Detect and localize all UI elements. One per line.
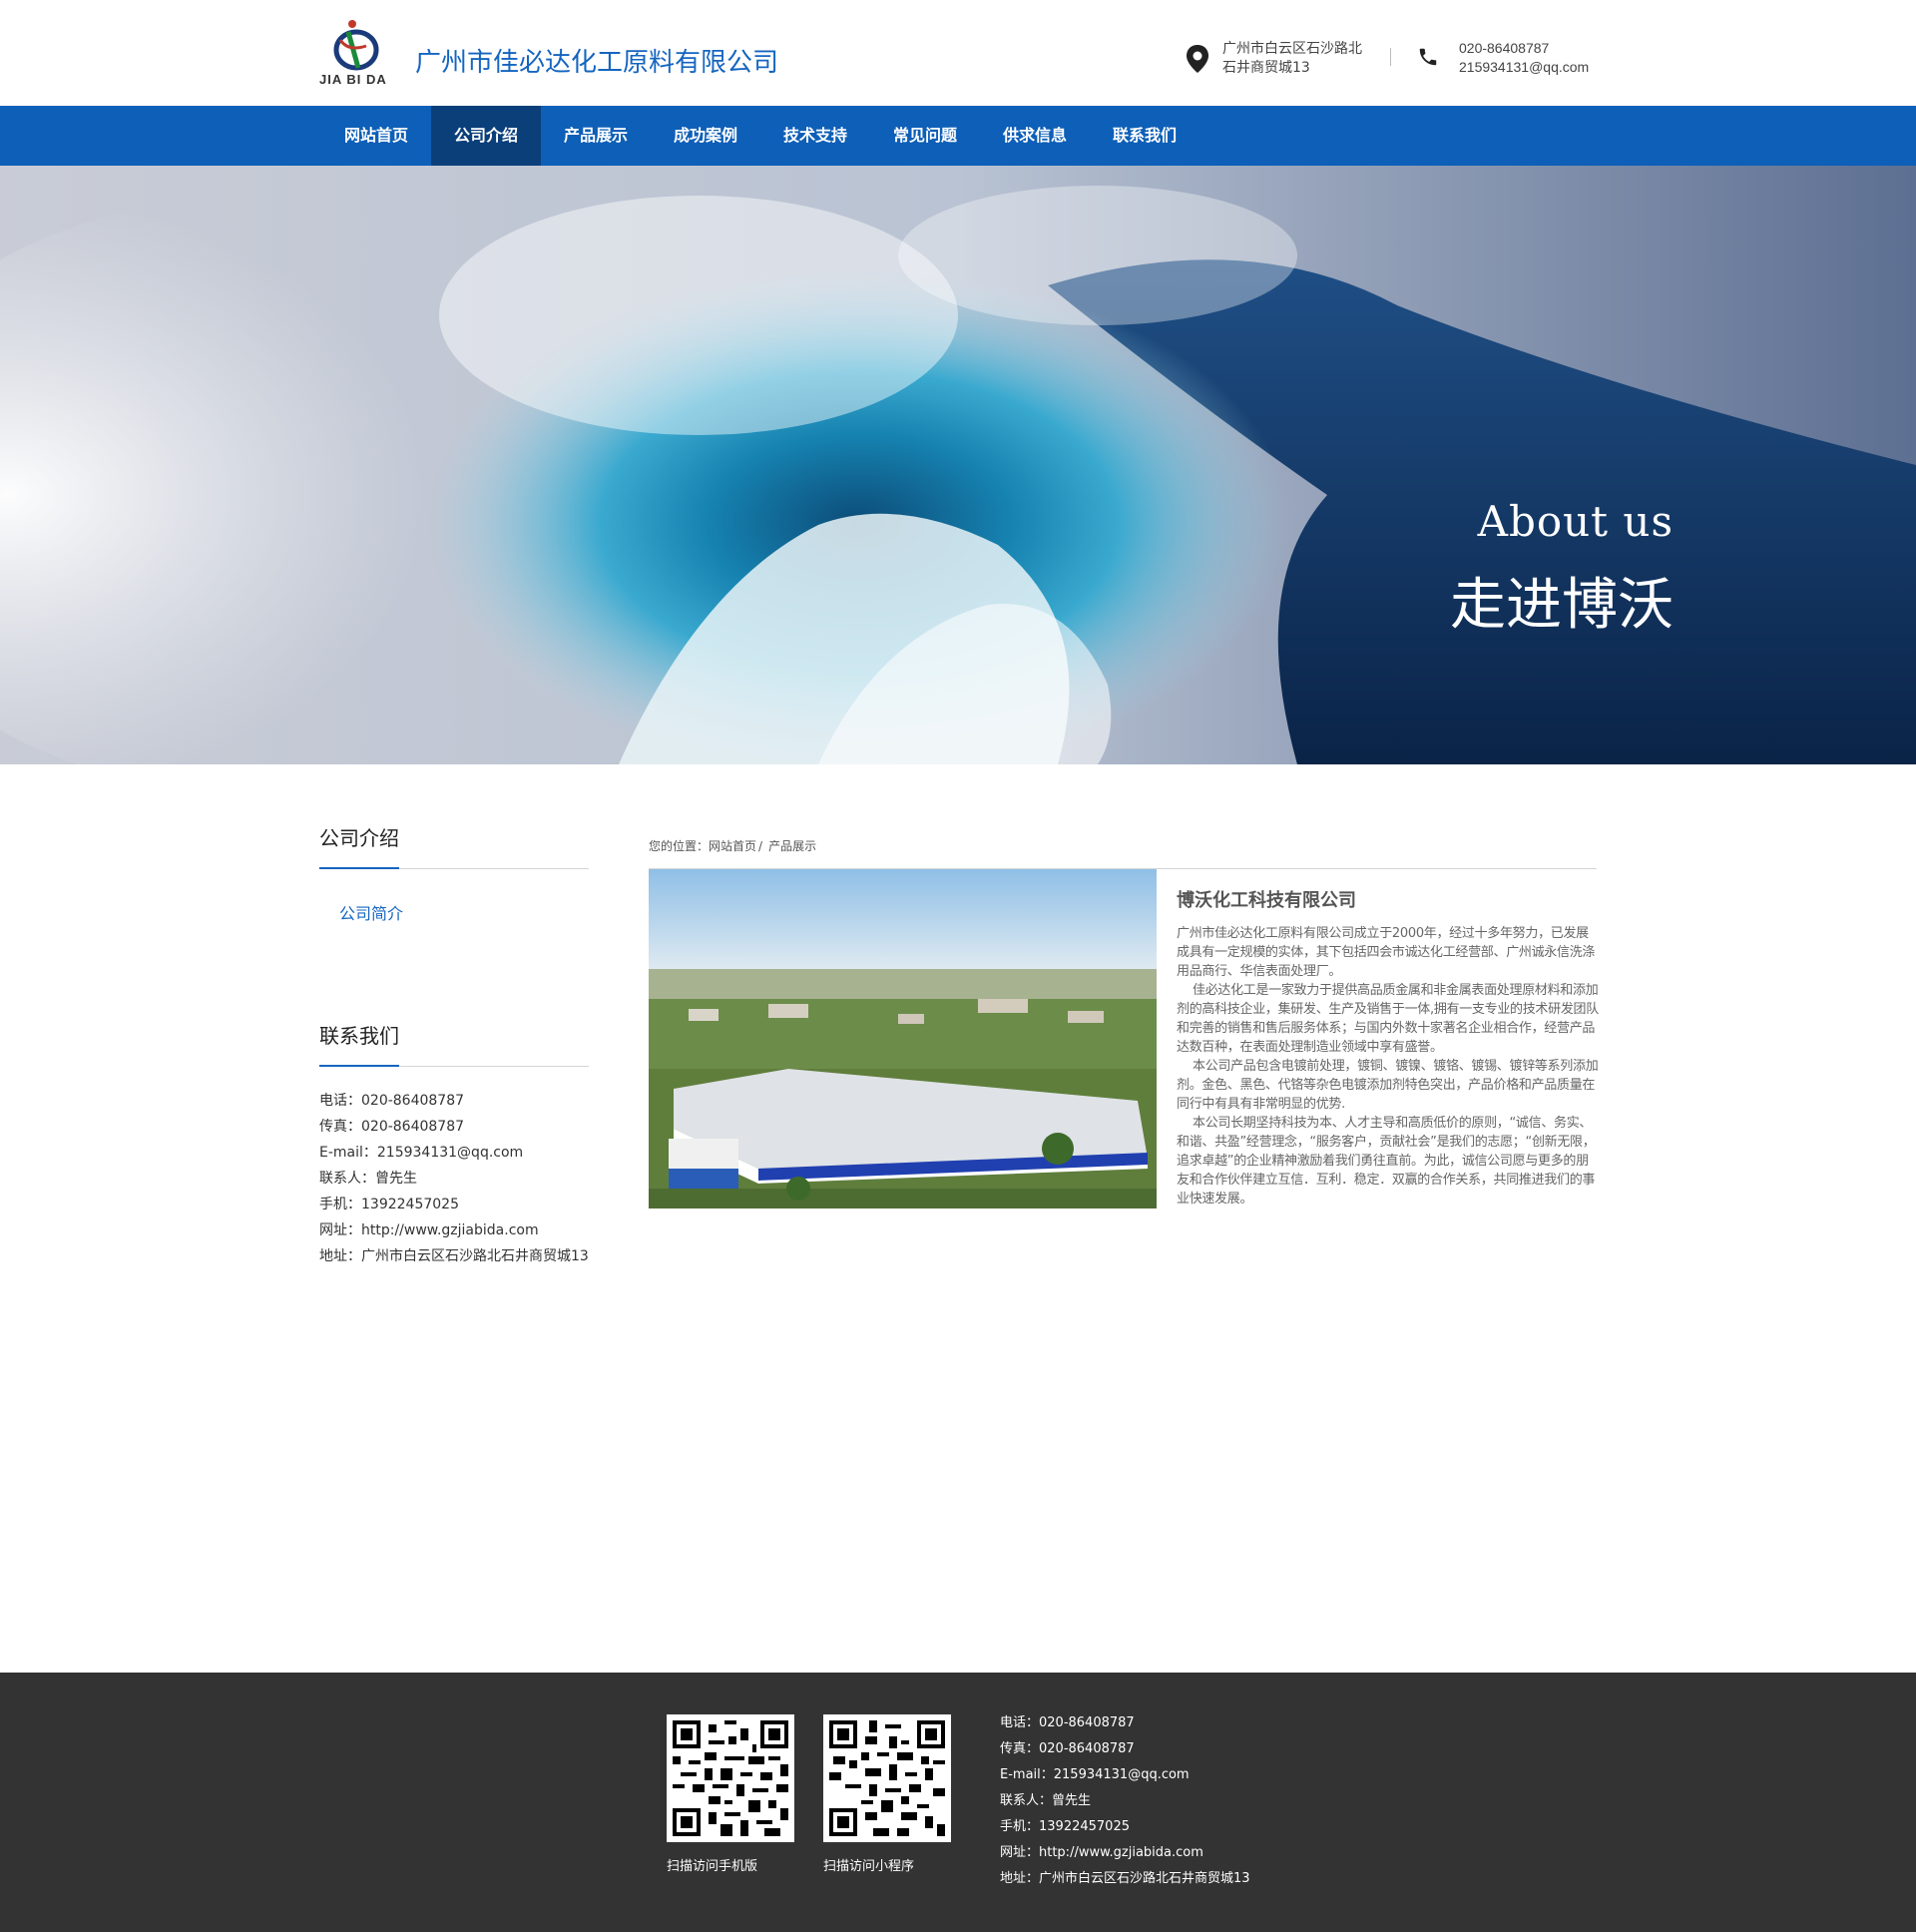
footer-contact-list: 电话：020-86408787 传真：020-86408787 E-mail：2… — [1000, 1710, 1250, 1892]
nav-item-home[interactable]: 网站首页 — [321, 106, 431, 166]
sidebar-contact-person: 联系人：曾先生 — [319, 1171, 417, 1187]
sidebar-contact-phone: 电话：020-86408787 — [319, 1093, 465, 1109]
sidebar-contact-email[interactable]: E-mail：215934131@qq.com — [319, 1140, 589, 1166]
footer-contact-fax: 传真：020-86408787 — [1000, 1741, 1135, 1756]
footer-contact-mobile: 手机：13922457025 — [1000, 1819, 1130, 1834]
article-body: 广州市佳必达化工原料有限公司成立于2000年，经过十多年努力，已发展成具有一定规… — [1177, 924, 1599, 1208]
article-paragraph: 本公司产品包含电镀前处理，镀铜、镀镍、镀铬、镀锡、镀锌等系列添加剂。金色、黑色、… — [1177, 1059, 1599, 1112]
sidebar-link-profile[interactable]: 公司简介 — [339, 900, 403, 924]
sidebar-divider-accent — [319, 1065, 399, 1067]
breadcrumb-home[interactable]: 网站首页 — [709, 839, 756, 853]
header-divider — [1390, 48, 1391, 66]
site-footer: 扫描访问手机版 扫描访问小程序 电话：020-86408787 传真：020-8… — [0, 1673, 1916, 1932]
header-address: 广州市白云区石沙路北 石井商贸城13 — [1222, 40, 1372, 78]
logo-wordmark: JIA BI DA — [319, 72, 387, 87]
banner-title-cn: 走进博沃 — [1450, 573, 1674, 638]
sidebar-contact-address: 地址：广州市白云区石沙路北石井商贸城13 — [319, 1248, 589, 1264]
breadcrumb-separator: / — [758, 839, 763, 853]
article-paragraph: 佳必达化工是一家致力于提供高品质金属和非金属表面处理原材料和添加剂的高科技企业，… — [1177, 983, 1599, 1055]
nav-item-supply[interactable]: 供求信息 — [980, 106, 1090, 166]
header-contact: 020-86408787 215934131@qq.com — [1459, 39, 1589, 77]
main-nav: 网站首页 公司介绍 产品展示 成功案例 技术支持 常见问题 供求信息 联系我们 — [0, 106, 1916, 166]
company-name[interactable]: 广州市佳必达化工原料有限公司 — [415, 42, 778, 79]
sidebar-divider-accent — [319, 867, 399, 869]
footer-contact-person: 联系人：曾先生 — [1000, 1793, 1092, 1808]
phone-icon — [1419, 48, 1437, 66]
site-header: JIA BI DA 广州市佳必达化工原料有限公司 广州市白云区石沙路北 石井商贸… — [0, 0, 1916, 106]
sidebar-contact-fax: 传真：020-86408787 — [319, 1119, 465, 1135]
qr-label-mobile: 扫描访问手机版 — [667, 1859, 758, 1874]
article-paragraph: 本公司长期坚持科技为本、人才主导和高质低价的原则，“诚信、务实、和谐、共盈”经营… — [1177, 1116, 1596, 1207]
sidebar-contact-website[interactable]: 网址：http://www.gzjiabida.com — [319, 1217, 589, 1243]
banner-title-en: About us — [1477, 497, 1674, 546]
header-address-line1: 广州市白云区石沙路北 — [1222, 41, 1362, 57]
nav-item-cases[interactable]: 成功案例 — [651, 106, 760, 166]
factory-photo — [649, 869, 1157, 1208]
qr-label-miniprogram: 扫描访问小程序 — [823, 1859, 915, 1874]
footer-contact-website[interactable]: 网址：http://www.gzjiabida.com — [1000, 1840, 1250, 1866]
header-email[interactable]: 215934131@qq.com — [1459, 58, 1589, 77]
nav-item-contact[interactable]: 联系我们 — [1090, 106, 1199, 166]
wave-image — [0, 166, 1916, 764]
sidebar-contact-list: 电话：020-86408787 传真：020-86408787 E-mail：2… — [319, 1088, 589, 1269]
nav-item-about[interactable]: 公司介绍 — [431, 106, 541, 166]
breadcrumb-current[interactable]: 产品展示 — [768, 839, 816, 853]
article-paragraph: 广州市佳必达化工原料有限公司成立于2000年，经过十多年努力，已发展成具有一定规… — [1177, 926, 1596, 979]
footer-contact-address: 地址：广州市白云区石沙路北石井商贸城13 — [1000, 1871, 1250, 1886]
header-address-line2: 石井商贸城13 — [1222, 60, 1310, 76]
header-phone[interactable]: 020-86408787 — [1459, 39, 1589, 58]
footer-contact-email[interactable]: E-mail：215934131@qq.com — [1000, 1762, 1250, 1788]
sidebar-title-about: 公司介绍 — [319, 826, 399, 850]
footer-contact-phone: 电话：020-86408787 — [1000, 1715, 1135, 1730]
nav-item-support[interactable]: 技术支持 — [760, 106, 870, 166]
nav-item-faq[interactable]: 常见问题 — [870, 106, 980, 166]
breadcrumb-prefix: 您的位置： — [649, 839, 710, 853]
qr-code-mobile[interactable] — [667, 1714, 794, 1842]
nav-item-products[interactable]: 产品展示 — [541, 106, 651, 166]
article-title: 博沃化工科技有限公司 — [1177, 890, 1356, 911]
qr-code-icon — [829, 1720, 945, 1836]
sidebar-contact-mobile: 手机：13922457025 — [319, 1197, 459, 1212]
qr-code-miniprogram[interactable] — [823, 1714, 951, 1842]
breadcrumb: 您的位置：网站首页 / 产品展示 — [649, 837, 820, 854]
map-pin-icon — [1187, 45, 1208, 73]
qr-code-icon — [673, 1720, 788, 1836]
sidebar-title-contact: 联系我们 — [319, 1024, 399, 1048]
hero-banner: About us 走进博沃 — [0, 166, 1916, 764]
